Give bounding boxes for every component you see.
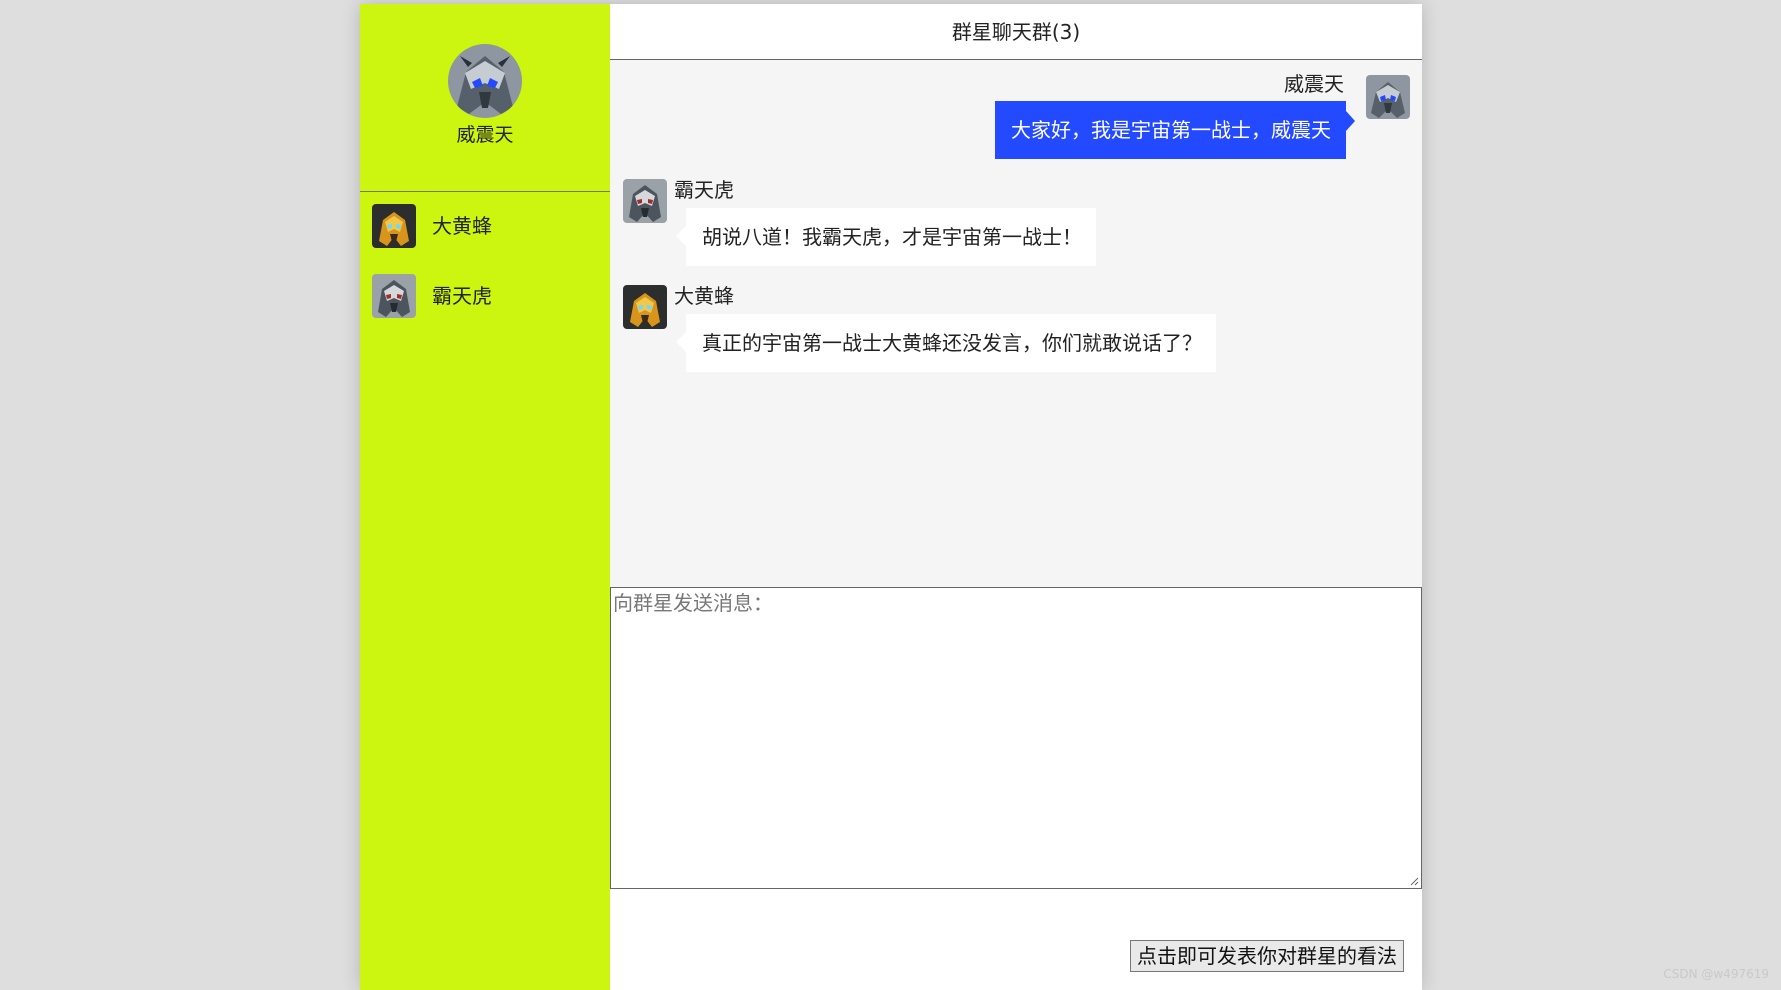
message-sender-avatar[interactable] [623, 285, 667, 329]
contact-avatar [372, 274, 416, 318]
message-bubble: 胡说八道！我霸天虎，才是宇宙第一战士！ [676, 208, 1096, 266]
gray-robot-avatar-icon [372, 274, 416, 318]
contacts-sidebar: 威震天 大黄蜂 霸天虎 [360, 4, 610, 990]
send-message-button[interactable]: 点击即可发表你对群星的看法 [1130, 940, 1404, 972]
chat-app-window: 威震天 大黄蜂 霸天虎 群星聊天群(3) 威震天 大家好，我是宇宙第一战士，威震… [360, 4, 1422, 990]
contact-avatar [372, 204, 416, 248]
yellow-robot-avatar-icon [623, 285, 667, 329]
contact-item-decepticon[interactable]: 霸天虎 [372, 274, 597, 318]
chat-main-panel: 群星聊天群(3) 威震天 大家好，我是宇宙第一战士，威震天 霸天虎 胡说八道！我… [610, 4, 1422, 990]
message-list[interactable]: 威震天 大家好，我是宇宙第一战士，威震天 霸天虎 胡说八道！我霸天虎，才是宇宙第… [610, 60, 1422, 588]
message-bubble: 真正的宇宙第一战士大黄蜂还没发言，你们就敢说话了？ [676, 314, 1216, 372]
current-user-name: 威震天 [456, 124, 514, 146]
robot-helmet-avatar-icon [448, 44, 522, 118]
gray-robot-avatar-icon [623, 179, 667, 223]
message-sender-name: 威震天 [1284, 72, 1344, 96]
current-user-profile: 威震天 [360, 4, 610, 192]
message-sender-avatar[interactable] [1366, 75, 1410, 119]
message-input[interactable] [610, 587, 1422, 889]
message-sender-name: 大黄蜂 [674, 284, 734, 308]
yellow-robot-avatar-icon [372, 204, 416, 248]
chat-title: 群星聊天群(3) [610, 4, 1422, 60]
robot-helmet-avatar-icon [1366, 75, 1410, 119]
current-user-avatar[interactable] [448, 44, 522, 118]
resize-grip-icon[interactable] [1409, 876, 1419, 886]
contact-name: 大黄蜂 [432, 214, 492, 238]
contact-item-bumblebee[interactable]: 大黄蜂 [372, 204, 597, 248]
message-sender-avatar[interactable] [623, 179, 667, 223]
message-sender-name: 霸天虎 [674, 178, 734, 202]
contact-name: 霸天虎 [432, 284, 492, 308]
watermark-text: CSDN @w497619 [1663, 967, 1769, 981]
message-bubble: 大家好，我是宇宙第一战士，威震天 [995, 101, 1355, 159]
